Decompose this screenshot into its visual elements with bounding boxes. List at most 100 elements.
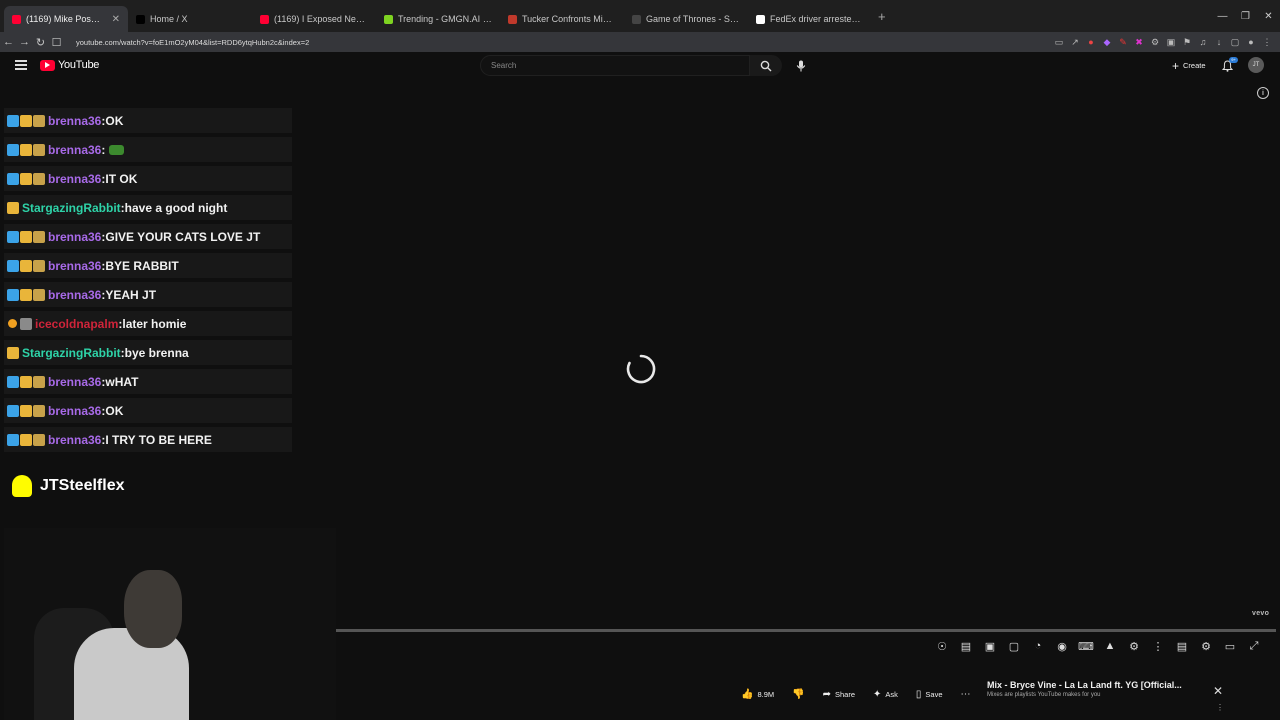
back-icon[interactable]: ← xyxy=(1,36,16,48)
speed-icon[interactable]: ◔ xyxy=(1026,640,1050,652)
ellipsis-icon: ⋯ xyxy=(960,688,971,700)
extension-icon[interactable]: ● xyxy=(1084,36,1098,48)
reload-icon[interactable]: ↻ xyxy=(33,36,48,49)
tab-favicon-icon xyxy=(12,14,21,24)
address-bar[interactable]: youtube.com/watch?v=foE1mO2yM04&list=RDD… xyxy=(76,38,1052,47)
chat-badge-icon xyxy=(7,433,19,446)
close-playlist-icon[interactable]: ✕ xyxy=(1213,684,1223,698)
restore-icon[interactable]: ❐ xyxy=(1234,11,1257,22)
more-icon[interactable]: ⋮ xyxy=(1146,640,1170,653)
chat-message: brenna36: OK xyxy=(4,398,292,423)
chat-emote-icon xyxy=(109,144,125,155)
chat-badge-icon xyxy=(20,433,32,446)
miniplayer-icon[interactable]: ▢ xyxy=(1002,640,1026,653)
plus-icon: + xyxy=(1172,58,1180,73)
avatar[interactable]: JT xyxy=(1248,57,1264,73)
info-icon[interactable]: i xyxy=(1257,87,1269,99)
chat-separator: : xyxy=(101,142,106,157)
browser-tab[interactable]: Tucker Confronts Mike Huckabee on xyxy=(500,6,624,32)
browser-tab[interactable]: Game of Thrones - S1 E2 xyxy=(624,6,748,32)
browser-tab[interactable]: Home / X xyxy=(128,6,252,32)
youtube-logo-text: YouTube xyxy=(58,59,100,71)
video-actions: 👍 8.9M 👎 ➦ Share ✦ Ask ▯ Save ⋯ xyxy=(736,684,976,704)
sparkle-icon: ✦ xyxy=(873,688,882,700)
dislike-button[interactable]: 👎 xyxy=(787,684,809,704)
chat-badge-icon xyxy=(7,375,19,388)
captions-icon[interactable]: ▤ xyxy=(1170,640,1194,653)
screenshot-icon[interactable]: ◉ xyxy=(1050,640,1074,653)
chat-text: BYE RABBIT xyxy=(105,258,179,273)
playlist-menu-icon[interactable]: ⋮ xyxy=(1216,703,1224,712)
chat-text: GIVE YOUR CATS LOVE JT xyxy=(105,229,261,244)
chat-badge-icon xyxy=(20,114,32,127)
close-tab-icon[interactable]: ✕ xyxy=(112,14,120,25)
save-button[interactable]: ▯ Save xyxy=(911,684,948,704)
extensions-puzzle-icon[interactable]: ⚑ xyxy=(1180,36,1194,48)
extension-icon[interactable]: ⚙ xyxy=(1148,36,1162,48)
chat-badge-icon xyxy=(33,433,45,446)
create-button[interactable]: + Create xyxy=(1165,57,1213,74)
progress-bar[interactable] xyxy=(336,629,1276,632)
playlist-icon[interactable]: ♫ xyxy=(1196,36,1210,48)
settings-extension-icon[interactable]: ⚙ xyxy=(1122,640,1146,653)
youtube-logo[interactable]: YouTube xyxy=(40,59,99,71)
chat-message: brenna36: YEAH JT xyxy=(4,282,292,307)
chat-badge-icon xyxy=(7,404,19,417)
new-tab-icon[interactable]: + xyxy=(878,9,886,24)
browser-tab[interactable]: FedEx driver arrested after $62,000 in xyxy=(748,6,872,32)
chat-badge-icon xyxy=(33,143,45,156)
tab-favicon-icon xyxy=(632,14,641,24)
theater-mode-icon[interactable]: ▭ xyxy=(1218,640,1242,653)
tab-title: (1169) I Exposed New Jersey's Jewish xyxy=(274,14,368,24)
lab-icon[interactable]: ▲ xyxy=(1098,640,1122,652)
pip-icon[interactable]: ▣ xyxy=(978,640,1002,653)
chat-badge-icon xyxy=(20,375,32,388)
playlist-header[interactable]: Mix - Bryce Vine - La La Land ft. YG [Of… xyxy=(987,680,1197,698)
like-button[interactable]: 👍 8.9M xyxy=(736,684,779,704)
chat-badge-icon xyxy=(20,172,32,185)
profile-icon[interactable]: ● xyxy=(1244,36,1258,48)
clip-icon[interactable]: ▤ xyxy=(954,640,978,653)
extension-icon[interactable]: ▣ xyxy=(1164,36,1178,48)
minimize-icon[interactable]: — xyxy=(1211,11,1234,22)
downloads-icon[interactable]: ↓ xyxy=(1212,36,1226,48)
forward-icon[interactable]: → xyxy=(17,36,32,48)
extension-icon[interactable]: ✖ xyxy=(1132,36,1146,48)
cast-icon[interactable]: ▭ xyxy=(1052,36,1066,48)
create-label: Create xyxy=(1183,61,1206,70)
extension-icon[interactable]: ✎ xyxy=(1116,36,1130,48)
chat-username: brenna36 xyxy=(48,374,102,389)
chat-badge-icon xyxy=(20,259,32,272)
chat-message: brenna36: IT OK xyxy=(4,166,292,191)
browser-tab[interactable]: Trending - GMGN.AI Fast Trade, Fast xyxy=(376,6,500,32)
voice-search-button[interactable] xyxy=(791,56,810,75)
share-page-icon[interactable]: ↗ xyxy=(1068,36,1082,48)
chat-badge-icon xyxy=(7,143,19,156)
keyboard-icon[interactable]: ⌨ xyxy=(1074,640,1098,653)
ask-label: Ask xyxy=(885,689,898,699)
share-button[interactable]: ➦ Share xyxy=(818,684,860,704)
search-button[interactable] xyxy=(750,55,782,76)
chat-text: IT OK xyxy=(105,171,138,186)
chat-username: StargazingRabbit xyxy=(22,345,121,360)
chat-badge-icon xyxy=(33,114,45,127)
autoplay-toggle-icon[interactable]: ☉ xyxy=(930,640,954,653)
browser-tab[interactable]: (1169) I Exposed New Jersey's Jewish xyxy=(252,6,376,32)
sidebar-icon[interactable]: ▢ xyxy=(1228,36,1242,48)
menu-icon[interactable]: ⋮ xyxy=(1260,36,1274,48)
extension-icon[interactable]: ◆ xyxy=(1100,36,1114,48)
chat-badge-icon xyxy=(20,230,32,243)
search-input[interactable]: Search xyxy=(480,55,750,76)
hamburger-menu-icon[interactable] xyxy=(15,60,27,70)
browser-tab[interactable]: (1169) Mike Posner - I Took A Pi ✕ xyxy=(4,6,128,32)
chat-message: brenna36: BYE RABBIT xyxy=(4,253,292,278)
snapchat-handle: JTSteelflex xyxy=(12,475,124,497)
fullscreen-icon[interactable]: ⤢ xyxy=(1242,640,1266,653)
thumbs-down-icon: 👎 xyxy=(792,688,805,700)
bookmark-icon[interactable]: ☐ xyxy=(49,36,64,49)
settings-gear-icon[interactable]: ⚙ xyxy=(1194,640,1218,653)
player-controls: ☉ ▤ ▣ ▢ ◔ ◉ ⌨ ▲ ⚙ ⋮ ▤ ⚙ ▭ ⤢ xyxy=(930,637,1266,655)
ask-button[interactable]: ✦ Ask xyxy=(868,684,903,704)
close-window-icon[interactable]: ✕ xyxy=(1257,11,1280,22)
more-actions-button[interactable]: ⋯ xyxy=(956,684,976,704)
